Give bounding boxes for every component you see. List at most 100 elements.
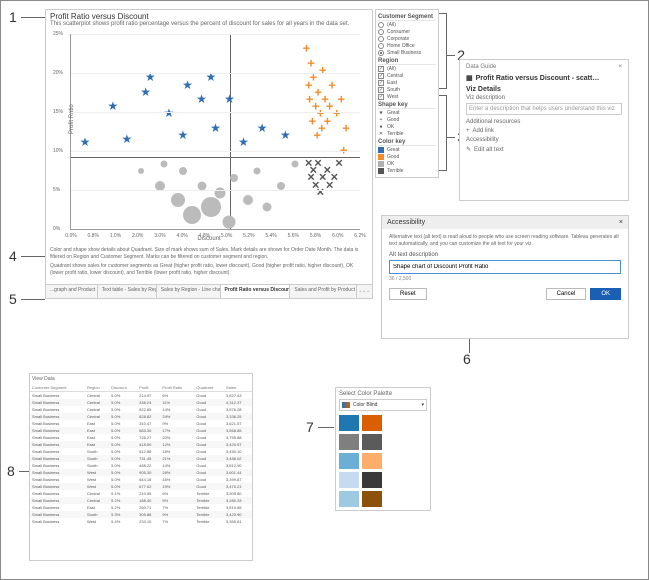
mark-ok[interactable]	[197, 181, 206, 190]
color-swatch[interactable]	[339, 472, 359, 488]
color-swatch[interactable]	[339, 491, 359, 507]
sheet-tab[interactable]: Sales by Region - Line chart ...	[157, 285, 221, 298]
close-icon[interactable]: ×	[619, 219, 623, 226]
alt-text-input[interactable]	[389, 260, 621, 274]
mark-good[interactable]: +	[319, 63, 327, 78]
table-header[interactable]: Quadrant	[194, 384, 224, 392]
table-header[interactable]: Profit Ratio	[160, 384, 194, 392]
table-header[interactable]: Profit	[137, 384, 160, 392]
region-filter-item[interactable]: ✓East	[378, 80, 436, 86]
scatter-plot[interactable]: Profit Ratio ★★★★★★★★★★★★★★★++++++++++++…	[70, 34, 360, 230]
color-swatch[interactable]	[362, 453, 382, 469]
mark-great[interactable]: ★	[177, 128, 188, 142]
table-row[interactable]: Small BusinessEast5.0%418.5012%Good3,420…	[30, 441, 252, 448]
cancel-button[interactable]: Cancel	[546, 288, 587, 300]
table-header[interactable]: Sales	[224, 384, 252, 392]
mark-ok[interactable]	[183, 206, 201, 224]
sheet-tab[interactable]: Sales and Profit by Product su...	[290, 285, 356, 298]
add-link-button[interactable]: +Add link	[466, 128, 622, 134]
region-filter-item[interactable]: ✓Central	[378, 73, 436, 79]
mark-ok[interactable]	[171, 193, 185, 207]
table-header[interactable]: Region	[85, 384, 109, 392]
table-row[interactable]: Small BusinessEast5.2%260.717%Terrible3,…	[30, 504, 252, 511]
color-swatch[interactable]	[362, 415, 382, 431]
mark-great[interactable]: ★	[257, 121, 268, 135]
mark-great[interactable]: ★	[238, 135, 249, 149]
color-swatch[interactable]	[339, 434, 359, 450]
color-swatch[interactable]	[339, 415, 359, 431]
table-row[interactable]: Small BusinessEast5.0%310.479%Good3,621.…	[30, 420, 252, 427]
mark-ok[interactable]	[291, 160, 298, 167]
mark-good[interactable]: +	[303, 41, 311, 56]
mark-great[interactable]: ★	[140, 85, 151, 99]
mark-ok[interactable]	[262, 203, 271, 212]
mark-good[interactable]: +	[324, 113, 332, 128]
color-swatch[interactable]	[362, 434, 382, 450]
table-row[interactable]: Small BusinessWest5.4%233.107%Terrible3,…	[30, 518, 252, 525]
sheet-tab[interactable]: Text table - Sales by Region	[98, 285, 157, 298]
table-header[interactable]: Customer Segment	[30, 384, 85, 392]
color-swatch[interactable]	[362, 491, 382, 507]
mark-good[interactable]: +	[340, 142, 348, 157]
table-row[interactable]: Small BusinessEast5.0%726.2720%Good3,755…	[30, 434, 252, 441]
region-filter-item[interactable]: ✓(All)	[378, 66, 436, 72]
mark-good[interactable]: +	[333, 106, 341, 121]
segment-filter-item[interactable]: Home Office	[378, 43, 436, 49]
mark-ok[interactable]	[243, 195, 253, 205]
mark-great[interactable]: ★	[280, 128, 291, 142]
segment-filter-item[interactable]: (All)	[378, 22, 436, 28]
mark-good[interactable]: +	[328, 77, 336, 92]
mark-ok[interactable]	[223, 215, 236, 228]
mark-great[interactable]: ★	[80, 135, 91, 149]
table-row[interactable]: Small BusinessCentral5.0%522.6514%Good3,…	[30, 406, 252, 413]
segment-filter-item[interactable]: Small Business	[378, 50, 436, 56]
mark-great[interactable]: ★	[182, 78, 193, 92]
table-row[interactable]: Small BusinessSouth5.3%305.889%Terrible3…	[30, 511, 252, 518]
grid-icon[interactable]: ▫	[360, 289, 362, 295]
mark-great[interactable]: ★	[224, 92, 235, 106]
mark-ok[interactable]	[179, 167, 187, 175]
table-row[interactable]: Small BusinessCentral5.0%828.8224%Good3,…	[30, 413, 252, 420]
ok-button[interactable]: OK	[590, 288, 621, 300]
mark-ok[interactable]	[201, 197, 221, 217]
table-header[interactable]: Discount	[109, 384, 137, 392]
segment-filter-item[interactable]: Consumer	[378, 29, 436, 35]
table-row[interactable]: Small BusinessCentral5.2%188.405%Terribl…	[30, 497, 252, 504]
table-row[interactable]: Small BusinessWest5.0%544.1816%Good3,399…	[30, 476, 252, 483]
mark-great[interactable]: ★	[196, 92, 207, 106]
sheet-tab[interactable]: Profit Ratio versus Discount - ...	[221, 285, 291, 298]
segment-filter-item[interactable]: Corporate	[378, 36, 436, 42]
table-row[interactable]: Small BusinessEast5.0%583.3017%Good3,568…	[30, 427, 252, 434]
palette-select[interactable]: Color Blind▾	[339, 399, 427, 411]
guide-desc-input[interactable]: Enter a description that helps users und…	[466, 103, 622, 115]
mark-great[interactable]: ★	[122, 132, 133, 146]
region-filter-item[interactable]: ✓West	[378, 94, 436, 100]
edit-alt-text-button[interactable]: ✎Edit alt text	[466, 146, 622, 153]
reset-button[interactable]: Reset	[389, 288, 427, 300]
table-row[interactable]: Small BusinessCentral5.0%338.2411%Good4,…	[30, 399, 252, 406]
mark-great[interactable]: ★	[210, 121, 221, 135]
mark-good[interactable]: +	[342, 120, 350, 135]
table-row[interactable]: Small BusinessCentral5.1%210.556%Terribl…	[30, 490, 252, 497]
table-row[interactable]: Small BusinessSouth5.0%488.2214%Good3,51…	[30, 462, 252, 469]
mark-terrible[interactable]: ✕	[314, 158, 322, 169]
close-icon[interactable]: ×	[618, 64, 622, 70]
mark-ok[interactable]	[254, 168, 261, 175]
table-row[interactable]: Small BusinessWest5.0%905.3026%Good3,601…	[30, 469, 252, 476]
table-row[interactable]: Small BusinessWest5.0%677.0219%Good3,470…	[30, 483, 252, 490]
mark-great[interactable]: ★	[163, 106, 174, 120]
table-row[interactable]: Small BusinessSouth5.0%731.4521%Good3,48…	[30, 455, 252, 462]
mark-good[interactable]: +	[307, 55, 315, 70]
color-swatch[interactable]	[339, 453, 359, 469]
table-row[interactable]: Small BusinessSouth5.0%612.8818%Good3,45…	[30, 448, 252, 455]
mark-terrible[interactable]: ✕	[335, 158, 343, 169]
color-swatch[interactable]	[362, 472, 382, 488]
mark-ok[interactable]	[138, 168, 144, 174]
mark-ok[interactable]	[230, 174, 238, 182]
data-table[interactable]: Customer SegmentRegionDiscountProfitProf…	[30, 384, 252, 525]
expand-icon[interactable]: ▫	[367, 289, 369, 295]
mark-terrible[interactable]: ✕	[330, 173, 338, 184]
mark-good[interactable]: +	[338, 91, 346, 106]
mark-ok[interactable]	[277, 182, 285, 190]
sheet-tab[interactable]: ...graph and Product s...	[46, 285, 98, 298]
